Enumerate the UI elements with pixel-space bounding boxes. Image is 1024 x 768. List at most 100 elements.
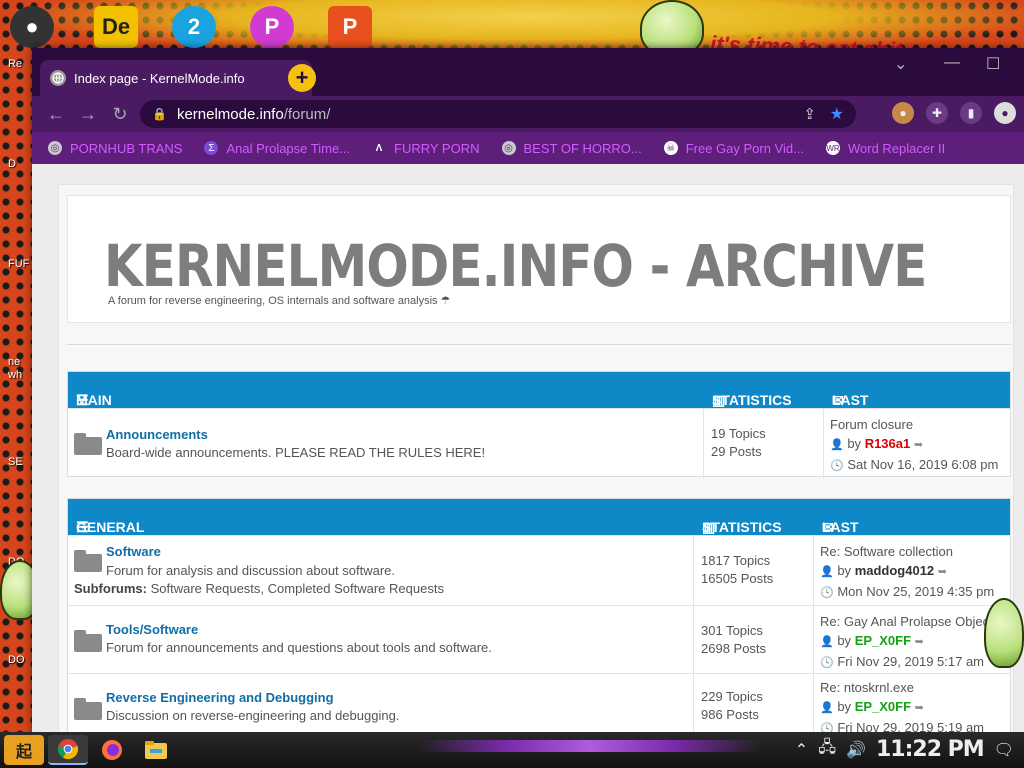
forum-link[interactable]: Tools/Software bbox=[106, 622, 198, 637]
bookmark-item[interactable]: Λ FURRY PORN bbox=[372, 141, 480, 156]
bookmark-item[interactable]: WR Word Replacer II bbox=[825, 141, 945, 156]
notifications-icon[interactable]: 🗨 bbox=[994, 740, 1014, 760]
forum-link[interactable]: Announcements bbox=[106, 427, 208, 442]
last-post: Re: Software collection 👤 by maddog4012 … bbox=[820, 542, 995, 599]
globe-icon bbox=[50, 70, 66, 86]
tab-index-page[interactable]: Index page - KernelMode.info ✕ bbox=[40, 60, 312, 96]
firefox-icon[interactable] bbox=[92, 735, 132, 765]
forum-statistics: 301 Topics 2698 Posts bbox=[701, 623, 767, 656]
desktop-label: DO bbox=[8, 654, 25, 666]
site-title[interactable]: KERNELMODE.INFO - ARCHIVE bbox=[104, 232, 927, 300]
divider bbox=[693, 536, 694, 606]
bookmark-item[interactable]: Σ Anal Prolapse Time... bbox=[204, 141, 350, 156]
maximize-icon[interactable]: ☐ bbox=[986, 54, 1000, 74]
post-date: Fri Nov 29, 2019 5:19 am bbox=[837, 720, 985, 732]
new-tab-button[interactable]: + bbox=[288, 64, 316, 92]
last-post-title[interactable]: Re: Software collection bbox=[820, 542, 994, 561]
desktop-shortcut-icon[interactable]: 2 bbox=[172, 6, 216, 48]
last-post: Re: Gay Anal Prolapse Objec... 👤 by EP_X… bbox=[820, 612, 1010, 673]
desktop-label: D bbox=[8, 158, 16, 170]
divider bbox=[693, 674, 694, 732]
bookmarks-bar: ◎ PORNHUB TRANS Σ Anal Prolapse Time... ΛF… bbox=[32, 132, 1024, 164]
minimize-icon[interactable]: — bbox=[944, 54, 960, 72]
forum-panel: KERNELMODE.INFO - ARCHIVE A forum for re… bbox=[58, 184, 1014, 732]
back-icon[interactable]: ← bbox=[40, 104, 72, 125]
umbrella-icon: ☂ bbox=[440, 295, 451, 307]
bookmark-item[interactable]: ◎ PORNHUB TRANS bbox=[48, 141, 182, 156]
taskbar-decoration bbox=[420, 740, 760, 752]
user-icon: 👤 bbox=[820, 702, 834, 714]
author-link[interactable]: R136a1 bbox=[865, 436, 911, 451]
forum-link[interactable]: Reverse Engineering and Debugging bbox=[106, 690, 334, 705]
desktop-shortcut-icon[interactable]: ● bbox=[10, 6, 54, 48]
category-main: ☰ MAIN ▥ STATISTICS ✉ LAST POST Announcemen… bbox=[67, 371, 1011, 479]
go-to-post-icon[interactable]: ➥ bbox=[938, 566, 947, 578]
author-link[interactable]: maddog4012 bbox=[855, 563, 934, 578]
forum-row: Reverse Engineering and Debugging Discus… bbox=[68, 673, 1010, 732]
profile-extension-icon[interactable]: ● bbox=[892, 102, 914, 124]
forum-link[interactable]: Software bbox=[106, 544, 161, 559]
site-description: A forum for reverse engineering, OS inte… bbox=[108, 295, 451, 307]
bookmark-item[interactable]: ◎ BEST OF HORRO... bbox=[501, 140, 642, 156]
lock-icon[interactable]: 🔒 bbox=[152, 107, 167, 121]
user-icon: 👤 bbox=[830, 439, 844, 451]
file-explorer-icon[interactable] bbox=[136, 735, 176, 765]
last-post-title[interactable]: Forum closure bbox=[830, 415, 998, 434]
globe-icon: ◎ bbox=[501, 141, 516, 155]
desktop-shortcut-icon[interactable]: P bbox=[250, 6, 294, 48]
last-post-title[interactable]: Re: ntoskrnl.exe bbox=[820, 678, 984, 697]
forum-statistics: 19 Topics 29 Posts bbox=[711, 426, 766, 459]
bookmark-label: BEST OF HORRO... bbox=[523, 140, 642, 156]
site-header: KERNELMODE.INFO - ARCHIVE A forum for re… bbox=[67, 195, 1011, 323]
bookmark-label: Free Gay Porn Vid... bbox=[685, 140, 804, 156]
puzzle-icon[interactable]: ✚ bbox=[926, 102, 948, 124]
clock-icon: 🕓 bbox=[820, 657, 834, 669]
reload-icon[interactable]: ↻ bbox=[104, 104, 136, 125]
chevron-down-icon[interactable]: ⌄ bbox=[894, 54, 907, 74]
network-icon[interactable]: 🖧 bbox=[818, 736, 836, 763]
last-post-title[interactable]: Re: Gay Anal Prolapse Objec... bbox=[820, 612, 1010, 631]
forward-icon[interactable]: → bbox=[72, 104, 104, 125]
bookmark-label: PORNHUB TRANS bbox=[70, 140, 183, 156]
author-link[interactable]: EP_X0FF bbox=[855, 699, 911, 714]
last-post: Re: ntoskrnl.exe 👤 by EP_X0FF ➥ 🕓 Fri No… bbox=[820, 678, 984, 732]
desktop-label: FUF bbox=[8, 258, 30, 270]
subforum-links[interactable]: Software Requests, Completed Software Re… bbox=[151, 581, 444, 596]
forum-description: Board-wide announcements. PLEASE READ TH… bbox=[106, 445, 486, 460]
chevron-up-icon[interactable]: ⌃ bbox=[795, 740, 808, 760]
forum-statistics: 229 Topics 986 Posts bbox=[701, 689, 763, 722]
desktop-label: ne wh bbox=[8, 356, 23, 381]
address-bar[interactable]: 🔒 kernelmode.info/forum/ ⇪ ★ bbox=[140, 100, 856, 128]
clock[interactable]: 11:22 PM bbox=[876, 737, 985, 762]
wr-icon: WR bbox=[825, 141, 840, 155]
category-general: ☰ GENERAL ▥ STATISTICS ✉ LAST POST Software… bbox=[67, 498, 1011, 732]
sticker-character-icon bbox=[984, 598, 1024, 668]
desktop-shortcut-icon[interactable]: De bbox=[94, 6, 138, 48]
chrome-icon[interactable] bbox=[48, 735, 88, 765]
sidebar-icon[interactable]: ▮ bbox=[960, 102, 982, 124]
bookmark-star-icon[interactable]: ★ bbox=[830, 104, 844, 124]
clock-icon: 🕓 bbox=[820, 723, 834, 732]
bookmark-icon: Σ bbox=[204, 141, 219, 155]
address-domain: kernelmode.info bbox=[176, 105, 284, 123]
taskbar: 起 ⌃ 🖧 🔊 11:22 PM 🗨 bbox=[0, 732, 1024, 768]
category-header: ☰ MAIN ▥ STATISTICS ✉ LAST POST bbox=[68, 372, 1010, 424]
bookmark-item[interactable]: ☠ Free Gay Porn Vid... bbox=[663, 140, 804, 156]
powerpoint-icon[interactable]: P bbox=[328, 6, 372, 48]
forum-row: Software Forum for analysis and discussi… bbox=[68, 535, 1010, 606]
clock-icon: 🕓 bbox=[820, 587, 834, 599]
divider bbox=[823, 409, 824, 479]
share-icon[interactable]: ⇪ bbox=[803, 105, 816, 123]
go-to-post-icon[interactable]: ➥ bbox=[914, 439, 923, 451]
bookmark-label: Anal Prolapse Time... bbox=[226, 140, 351, 156]
divider bbox=[67, 344, 1011, 345]
author-link[interactable]: EP_X0FF bbox=[855, 633, 911, 648]
forum-description: Forum for analysis and discussion about … bbox=[106, 563, 396, 578]
start-button[interactable]: 起 bbox=[4, 735, 44, 765]
go-to-post-icon[interactable]: ➥ bbox=[915, 702, 924, 714]
globe-icon: ◎ bbox=[48, 141, 62, 155]
account-icon[interactable]: ● bbox=[994, 102, 1016, 124]
divider bbox=[813, 536, 814, 606]
go-to-post-icon[interactable]: ➥ bbox=[915, 636, 924, 648]
volume-icon[interactable]: 🔊 bbox=[846, 740, 866, 760]
